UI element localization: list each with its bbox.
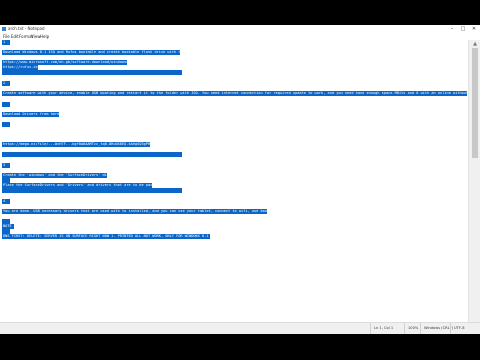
text-line: You are done. USB necessary drivers that… xyxy=(2,209,267,214)
menu-help[interactable]: Help xyxy=(40,33,49,40)
zoom-level: 100% xyxy=(404,323,418,334)
scroll-thumb[interactable] xyxy=(472,48,478,158)
notepad-window: arch.txt - Notepad – □ ✕ File Edit Forma… xyxy=(0,25,480,334)
text-line: DNS FIRST: DELETE: SERVER IS ON SURFACE … xyxy=(2,234,210,239)
text-line: 4 xyxy=(2,199,10,204)
text-line xyxy=(2,122,10,127)
text-line: https://mega.nz/file/...#cH7F...kgf8a0AA… xyxy=(2,142,150,147)
scroll-up-icon[interactable]: ▲ xyxy=(471,40,479,48)
text-line xyxy=(2,188,182,193)
minimize-button[interactable]: – xyxy=(447,25,457,33)
cursor-position: Ln 1, Col 1 xyxy=(370,323,393,334)
line-ending: Windows (CRLF) xyxy=(420,323,453,334)
notepad-app-icon xyxy=(2,27,6,31)
vertical-scrollbar[interactable]: ▲ xyxy=(468,40,480,334)
maximize-button[interactable]: □ xyxy=(458,25,468,33)
text-line xyxy=(2,102,10,107)
text-line: Create the 'windows' and the 'SurfaceDri… xyxy=(2,173,107,178)
text-line xyxy=(2,152,182,157)
menu-edit[interactable]: Edit xyxy=(11,33,19,40)
status-bar: Ln 1, Col 1 100% Windows (CRLF) UTF-8 xyxy=(0,322,480,334)
text-line: 1 xyxy=(2,40,10,45)
text-line: Create software with your device, enable… xyxy=(2,91,467,96)
title-bar: arch.txt - Notepad – □ ✕ xyxy=(0,25,480,33)
text-line xyxy=(2,70,182,75)
menu-file[interactable]: File xyxy=(3,33,10,40)
window-title: arch.txt - Notepad xyxy=(8,26,45,31)
menu-bar: File Edit Format View Help xyxy=(0,33,480,40)
text-editor-area[interactable]: 1 Download Windows 8.1 ISO and Rufus boot… xyxy=(2,40,467,334)
text-line: 2 xyxy=(2,81,10,86)
text-line: 3 xyxy=(2,163,10,168)
close-button[interactable]: ✕ xyxy=(469,25,479,33)
text-line: Download Windows 8.1 ISO and Rufus boota… xyxy=(2,50,180,55)
text-line: Download Drivers from here: xyxy=(2,112,59,117)
encoding: UTF-8 xyxy=(450,323,464,334)
